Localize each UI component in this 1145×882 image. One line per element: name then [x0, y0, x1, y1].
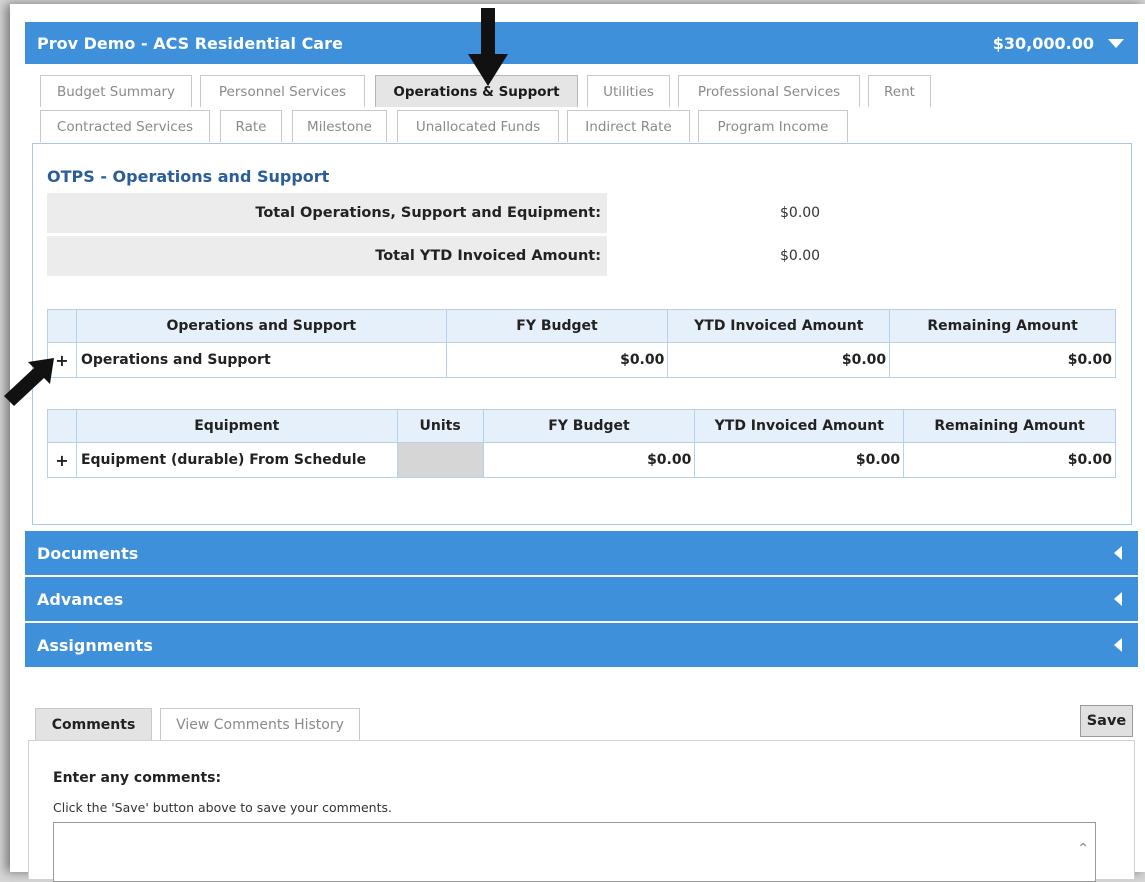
- chevron-left-icon: [1114, 546, 1122, 560]
- section-assignments[interactable]: Assignments: [25, 623, 1138, 667]
- row-remaining: $0.00: [903, 442, 1116, 478]
- equipment-table: Equipment Units FY Budget YTD Invoiced A…: [47, 409, 1116, 478]
- col-equipment: Equipment: [75, 409, 398, 443]
- header-right: $30,000.00: [993, 34, 1124, 53]
- tab-rate[interactable]: Rate: [220, 110, 282, 142]
- chevron-left-icon: [1114, 592, 1122, 606]
- row-label: Operations and Support: [75, 342, 447, 378]
- table-row: + Equipment (durable) From Schedule $0.0…: [47, 442, 1116, 478]
- total-ops-label: Total Operations, Support and Equipment:: [47, 193, 607, 233]
- col-ytd-invoiced: YTD Invoiced Amount: [667, 309, 891, 343]
- contract-title: Prov Demo - ACS Residential Care: [37, 33, 343, 53]
- tab-budget-summary[interactable]: Budget Summary: [40, 75, 192, 107]
- table-header-row: Operations and Support FY Budget YTD Inv…: [47, 309, 1116, 343]
- annotation-arrow-diagonal-icon: [4, 358, 54, 406]
- section-documents[interactable]: Documents: [25, 531, 1138, 575]
- total-ytd-value: $0.00: [780, 248, 821, 264]
- tab-professional-services[interactable]: Professional Services: [678, 75, 860, 107]
- chevron-left-icon: [1114, 638, 1122, 652]
- expand-column-header: [47, 309, 77, 343]
- col-operations-support: Operations and Support: [75, 309, 447, 343]
- section-assignments-label: Assignments: [37, 635, 153, 655]
- table-header-row: Equipment Units FY Budget YTD Invoiced A…: [47, 409, 1116, 443]
- tab-contracted-services[interactable]: Contracted Services: [40, 110, 210, 142]
- section-title: OTPS - Operations and Support: [47, 167, 330, 186]
- col-fy-budget: FY Budget: [445, 309, 669, 343]
- row-ytd-invoiced: $0.00: [694, 442, 905, 478]
- tab-milestone[interactable]: Milestone: [292, 110, 387, 142]
- section-documents-label: Documents: [37, 543, 139, 563]
- chevron-down-icon[interactable]: [1108, 38, 1124, 48]
- annotation-arrow-down-icon: [468, 8, 508, 86]
- expand-plus-icon[interactable]: +: [47, 442, 77, 478]
- section-advances-label: Advances: [37, 589, 124, 609]
- table-row: + Operations and Support $0.00 $0.00 $0.…: [47, 342, 1116, 378]
- col-units: Units: [396, 409, 484, 443]
- col-remaining: Remaining Amount: [903, 409, 1116, 443]
- contract-amount: $30,000.00: [992, 33, 1094, 53]
- row-fy-budget: $0.00: [482, 442, 696, 478]
- comments-hint: Click the 'Save' button above to save yo…: [53, 800, 392, 815]
- row-ytd-invoiced: $0.00: [667, 342, 891, 378]
- tab-unallocated-funds[interactable]: Unallocated Funds: [397, 110, 559, 142]
- tab-indirect-rate[interactable]: Indirect Rate: [567, 110, 690, 142]
- row-label: Equipment (durable) From Schedule: [75, 442, 398, 478]
- tab-comments[interactable]: Comments: [35, 708, 152, 741]
- enter-comments-label: Enter any comments:: [53, 770, 222, 786]
- tab-program-income[interactable]: Program Income: [698, 110, 848, 142]
- row-remaining: $0.00: [889, 342, 1116, 378]
- col-ytd-invoiced: YTD Invoiced Amount: [694, 409, 905, 443]
- expand-column-header: [47, 409, 77, 443]
- total-ytd-label: Total YTD Invoiced Amount:: [47, 236, 607, 276]
- scroll-up-icon[interactable]: ⌃: [1077, 841, 1089, 857]
- tab-view-comments-history[interactable]: View Comments History: [160, 708, 360, 741]
- section-advances[interactable]: Advances: [25, 577, 1138, 621]
- row-units: [396, 442, 484, 478]
- tab-personnel-services[interactable]: Personnel Services: [200, 75, 365, 107]
- tab-utilities[interactable]: Utilities: [587, 75, 670, 107]
- comments-textarea[interactable]: ⌃: [53, 822, 1096, 882]
- contract-header-bar[interactable]: Prov Demo - ACS Residential Care $30,000…: [25, 22, 1138, 64]
- row-fy-budget: $0.00: [445, 342, 669, 378]
- col-remaining: Remaining Amount: [889, 309, 1116, 343]
- col-fy-budget: FY Budget: [482, 409, 696, 443]
- save-button[interactable]: Save: [1080, 705, 1133, 737]
- tab-rent[interactable]: Rent: [868, 75, 931, 107]
- operations-table: Operations and Support FY Budget YTD Inv…: [47, 309, 1116, 378]
- total-ops-value: $0.00: [780, 205, 821, 221]
